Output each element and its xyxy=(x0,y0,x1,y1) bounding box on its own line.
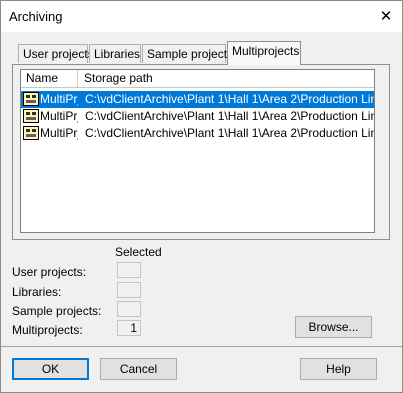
cancel-button[interactable]: Cancel xyxy=(100,358,177,380)
list-item[interactable]: MultiPrj C:\vdClientArchive\Plant 1\Hall… xyxy=(21,125,374,142)
libraries-label: Libraries: xyxy=(12,285,62,299)
tab-user-projects[interactable]: User projects xyxy=(18,44,94,63)
sample-projects-label: Sample projects: xyxy=(12,304,102,318)
browse-button[interactable]: Browse... xyxy=(295,316,372,338)
user-projects-label: User projects: xyxy=(12,265,87,279)
ok-button[interactable]: OK xyxy=(12,358,89,380)
list-item[interactable]: MultiPrj C:\vdClientArchive\Plant 1\Hall… xyxy=(21,108,374,125)
separator xyxy=(1,346,402,347)
list-item[interactable]: MultiPrj C:\vdClientArchive\Plant 1\Hall… xyxy=(21,91,374,108)
row-name: MultiPrj xyxy=(40,109,78,123)
multiprojects-label: Multiprojects: xyxy=(12,323,83,337)
close-icon[interactable]: ✕ xyxy=(373,4,399,30)
tab-libraries[interactable]: Libraries xyxy=(89,44,141,63)
multiprojects-count: 1 xyxy=(117,320,141,336)
row-storage-path: C:\vdClientArchive\Plant 1\Hall 1\Area 2… xyxy=(85,126,375,140)
row-storage-path: C:\vdClientArchive\Plant 1\Hall 1\Area 2… xyxy=(85,92,375,106)
list-header: Name Storage path xyxy=(21,70,374,88)
window-title: Archiving xyxy=(9,9,63,24)
multiproject-icon xyxy=(23,109,39,123)
tab-multiprojects[interactable]: Multiprojects xyxy=(227,41,301,65)
multiprojects-list[interactable]: Name Storage path MultiPrj C:\vdClientAr… xyxy=(20,69,375,233)
row-storage-path: C:\vdClientArchive\Plant 1\Hall 1\Area 2… xyxy=(85,109,375,123)
selected-heading: Selected xyxy=(115,245,162,259)
column-header-name[interactable]: Name xyxy=(21,70,78,87)
column-header-storage-path[interactable]: Storage path xyxy=(79,70,374,87)
title-bar: Archiving ✕ xyxy=(1,1,402,32)
multiproject-icon xyxy=(23,126,39,140)
tab-sample-projects[interactable]: Sample projects xyxy=(142,44,233,63)
sample-projects-count xyxy=(117,301,141,317)
row-name: MultiPrj xyxy=(40,126,78,140)
archiving-dialog: Archiving ✕ User projects Libraries Samp… xyxy=(0,0,403,393)
libraries-count xyxy=(117,282,141,298)
multiproject-icon xyxy=(23,92,39,106)
help-button[interactable]: Help xyxy=(300,358,377,380)
user-projects-count xyxy=(117,262,141,278)
row-name: MultiPrj xyxy=(40,92,78,106)
